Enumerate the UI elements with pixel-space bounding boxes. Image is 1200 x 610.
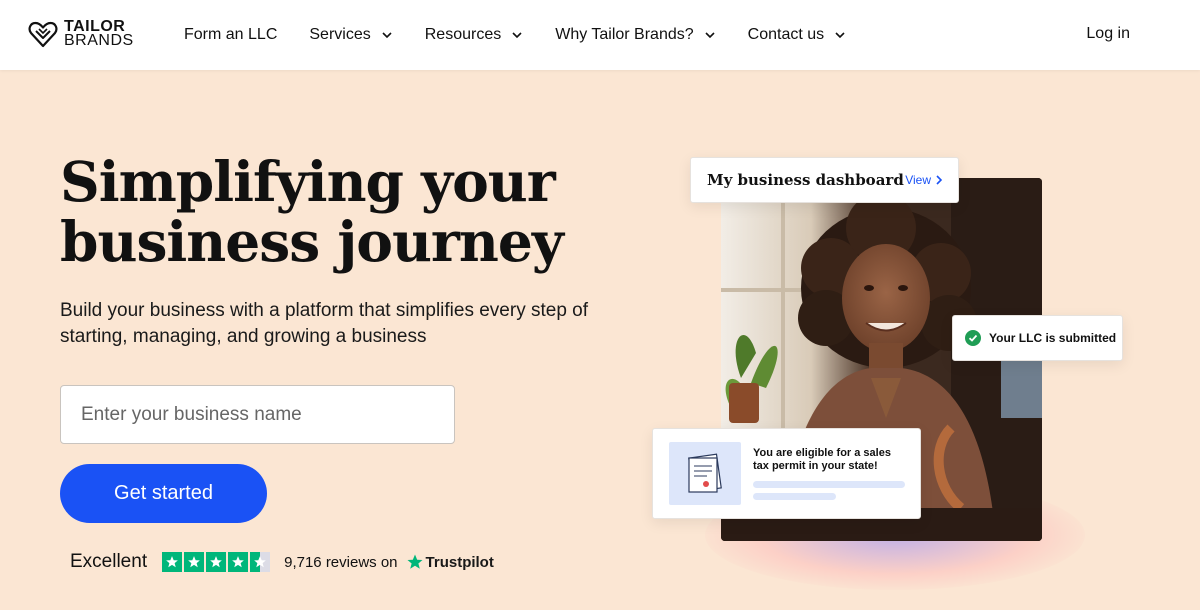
llc-status-text: Your LLC is submitted (989, 331, 1117, 345)
nav-item-resources[interactable]: Resources (425, 26, 523, 44)
trustpilot-logo: Trustpilot (406, 553, 494, 571)
get-started-button[interactable]: Get started (60, 464, 267, 523)
rating-stars (162, 552, 272, 572)
star-icon (228, 552, 249, 572)
nav-item-why-tailor-brands[interactable]: Why Tailor Brands? (555, 26, 715, 44)
main-menu: Form an LLC Services Resources Why Tailo… (184, 0, 878, 70)
rating-label: Excellent (70, 551, 148, 572)
star-icon (162, 552, 183, 572)
chevron-down-icon (705, 32, 715, 39)
hero-subtitle: Build your business with a platform that… (60, 300, 589, 347)
logo-line-2: BRANDS (64, 32, 134, 49)
hero-title-line-1: Simplifying your (60, 149, 556, 214)
llc-status-card: Your LLC is submitted (952, 315, 1123, 361)
hero-title: Simplifying your business journey (60, 152, 620, 272)
business-name-input[interactable] (60, 385, 455, 444)
review-count: 9,716 reviews on (284, 553, 398, 571)
top-navigation: TAILOR BRANDS Form an LLC Services Resou… (0, 0, 1200, 70)
nav-item-label: Resources (424, 26, 502, 43)
nav-item-label: Why Tailor Brands? (555, 26, 694, 43)
dashboard-card-title: My business dashboard (707, 171, 904, 189)
nav-item-label: Services (309, 26, 371, 43)
star-icon (206, 552, 227, 572)
nav-item-services[interactable]: Services (309, 26, 392, 44)
view-link[interactable]: View (905, 173, 944, 187)
star-icon (184, 552, 205, 572)
tailor-brands-logo[interactable]: TAILOR BRANDS (28, 19, 134, 49)
nav-item-contact-us[interactable]: Contact us (748, 26, 846, 44)
heart-logo-icon (28, 21, 58, 48)
chevron-down-icon (512, 32, 522, 39)
nav-item-form-llc[interactable]: Form an LLC (184, 26, 277, 44)
nav-item-label: Contact us (747, 26, 825, 43)
trustpilot-star-icon (407, 554, 423, 569)
tax-permit-card: You are eligible for a sales tax permit … (652, 428, 921, 519)
login-link[interactable]: Log in (1086, 25, 1130, 43)
check-circle-icon (965, 330, 981, 346)
hero-title-line-2: business journey (60, 209, 564, 274)
view-link-label: View (905, 173, 931, 187)
half-star-icon (250, 552, 271, 572)
placeholder-line (753, 493, 836, 500)
placeholder-line (753, 481, 905, 488)
chevron-down-icon (382, 32, 392, 39)
dashboard-card[interactable]: My business dashboard View (690, 157, 959, 203)
trustpilot-rating[interactable]: Excellent 9,716 reviews on Trustpilot (70, 551, 494, 573)
document-icon (669, 442, 741, 505)
chevron-down-icon (835, 32, 845, 39)
chevron-right-icon (936, 175, 943, 185)
nav-item-label: Form an LLC (184, 26, 278, 43)
tax-permit-message: You are eligible for a sales tax permit … (753, 447, 891, 472)
trustpilot-name: Trustpilot (425, 553, 494, 571)
